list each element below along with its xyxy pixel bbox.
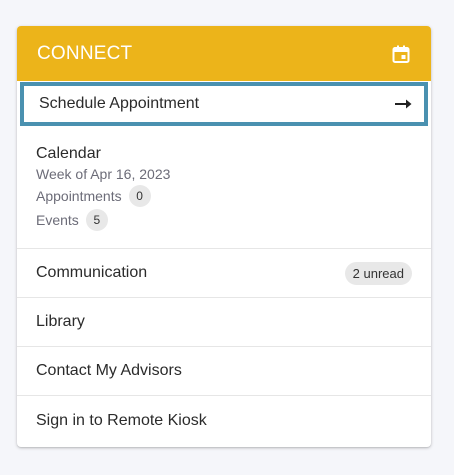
remote-kiosk-row[interactable]: Sign in to Remote Kiosk <box>17 396 431 445</box>
communication-row[interactable]: Communication 2 unread <box>17 249 431 298</box>
contact-advisors-row[interactable]: Contact My Advisors <box>17 347 431 396</box>
card-title: CONNECT <box>37 42 133 64</box>
appointments-count-badge: 0 <box>128 185 151 207</box>
schedule-appointment-label: Schedule Appointment <box>39 95 200 112</box>
calendar-week: Week of Apr 16, 2023 <box>36 166 171 182</box>
contact-advisors-label: Contact My Advisors <box>36 362 182 379</box>
arrow-right-icon <box>394 98 412 110</box>
calendar-icon[interactable] <box>391 44 411 64</box>
library-row[interactable]: Library <box>17 298 431 347</box>
communication-label: Communication <box>36 264 148 281</box>
events-label: Events <box>36 212 79 228</box>
card-header: CONNECT <box>17 26 431 81</box>
events-count-badge: 5 <box>85 209 108 231</box>
appointments-label: Appointments <box>36 188 122 204</box>
connect-card: CONNECT Schedule Appointment Calendar We… <box>17 26 431 447</box>
schedule-appointment-row[interactable]: Schedule Appointment <box>20 82 428 126</box>
appointments-stat: Appointments 0 <box>36 184 412 208</box>
calendar-title: Calendar <box>36 145 101 162</box>
library-label: Library <box>36 313 85 330</box>
remote-kiosk-label: Sign in to Remote Kiosk <box>36 411 207 429</box>
unread-badge: 2 unread <box>344 261 412 285</box>
events-stat: Events 5 <box>36 208 412 232</box>
calendar-section[interactable]: Calendar Week of Apr 16, 2023 Appointmen… <box>17 128 431 249</box>
